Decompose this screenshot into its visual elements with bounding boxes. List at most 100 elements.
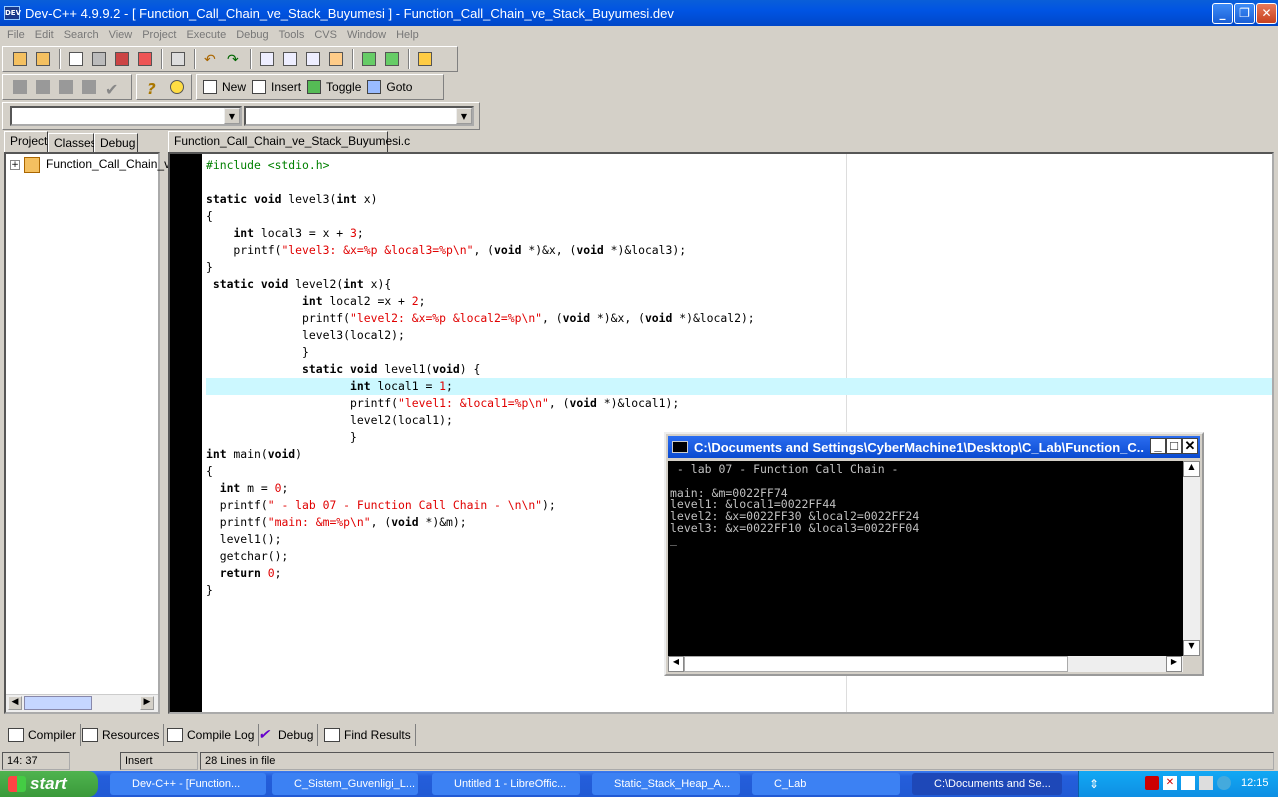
task-word-doc[interactable]: C_Sistem_Guvenligi_L... <box>272 773 418 795</box>
close-file-icon[interactable] <box>134 48 156 70</box>
maximize-icon[interactable]: □ <box>1166 438 1182 454</box>
menu-execute[interactable]: Execute <box>181 29 231 41</box>
tab-compile-log[interactable]: Compile Log <box>163 724 260 746</box>
close-icon[interactable]: ✕ <box>1182 438 1198 454</box>
about-icon[interactable] <box>166 76 188 98</box>
toggle-button[interactable]: Toggle <box>307 80 361 94</box>
wireless-icon[interactable] <box>1217 776 1231 790</box>
windows-logo-icon <box>8 776 26 792</box>
undo-icon[interactable]: ↶ <box>200 48 222 70</box>
expand-tray-icon[interactable]: ⇕ <box>1089 777 1099 791</box>
tab-debug-output[interactable]: ✔ Debug <box>254 724 319 746</box>
compile-run-icon[interactable] <box>55 76 77 98</box>
tab-find-results[interactable]: Find Results <box>320 724 416 746</box>
open-project-icon[interactable] <box>9 48 31 70</box>
start-button[interactable]: start <box>0 771 98 797</box>
console-output[interactable]: - lab 07 - Function Call Chain - main: &… <box>668 461 1183 656</box>
goto-line-icon[interactable] <box>325 48 347 70</box>
save-icon[interactable] <box>88 48 110 70</box>
run-icon[interactable] <box>32 76 54 98</box>
save-all-icon[interactable] <box>111 48 133 70</box>
find-icon[interactable] <box>256 48 278 70</box>
menu-search[interactable]: Search <box>59 29 104 41</box>
new-file-icon[interactable] <box>65 48 87 70</box>
expand-icon[interactable]: + <box>10 160 20 170</box>
debug-check-icon: ✔ <box>258 726 270 742</box>
menu-debug[interactable]: Debug <box>231 29 273 41</box>
minimize-icon[interactable]: _ <box>1212 3 1233 24</box>
toolbar-separator <box>161 49 163 69</box>
security-shield-icon[interactable] <box>1145 776 1159 790</box>
system-tray: ⇕ ✕ 12:15 <box>1078 771 1278 797</box>
menu-view[interactable]: View <box>104 29 138 41</box>
toolbar-separator <box>250 49 252 69</box>
print-icon[interactable] <box>167 48 189 70</box>
tab-project[interactable]: Project <box>4 131 48 153</box>
menu-edit[interactable]: Edit <box>30 29 59 41</box>
code-line: #include <stdio.h> <box>206 158 330 172</box>
task-c-lab-folder[interactable]: C_Lab <box>752 773 900 795</box>
replace-icon[interactable] <box>279 48 301 70</box>
insert-button[interactable]: Insert <box>252 80 301 94</box>
find-next-icon[interactable] <box>302 48 324 70</box>
task-devcpp[interactable]: Dev-C++ - [Function... <box>110 773 266 795</box>
member-combo[interactable]: ▼ <box>244 106 474 126</box>
menu-cvs[interactable]: CVS <box>309 29 342 41</box>
menu-file[interactable]: File <box>2 29 30 41</box>
menu-help[interactable]: Help <box>391 29 424 41</box>
remove-from-project-icon[interactable] <box>381 48 403 70</box>
task-libreoffice[interactable]: Untitled 1 - LibreOffic... <box>432 773 580 795</box>
scroll-down-icon[interactable]: ▼ <box>1183 640 1200 656</box>
network-icon[interactable] <box>1181 776 1195 790</box>
tab-classes[interactable]: Classes <box>48 133 97 153</box>
console-title-bar: C:\Documents and Settings\CyberMachine1\… <box>668 436 1200 458</box>
tab-compiler[interactable]: Compiler <box>4 724 82 746</box>
network-disconnected-icon[interactable]: ✕ <box>1163 776 1177 790</box>
new-class-button[interactable]: New <box>203 80 246 94</box>
find-results-icon <box>324 728 340 742</box>
task-console[interactable]: C:\Documents and Se... <box>912 773 1062 795</box>
tab-debug[interactable]: Debug <box>94 133 138 153</box>
open-file-icon[interactable] <box>32 48 54 70</box>
scroll-thumb[interactable] <box>684 656 1068 672</box>
goto-button[interactable]: Goto <box>367 80 412 94</box>
redo-icon[interactable]: ↷ <box>223 48 245 70</box>
compiler-icon <box>8 728 24 742</box>
restore-icon[interactable]: ❐ <box>1234 3 1255 24</box>
main-toolbar: ↶ ↷ <box>2 46 458 72</box>
help-icon[interactable]: ? <box>143 76 165 98</box>
scroll-left-icon[interactable]: ◀ <box>8 696 22 710</box>
code-line: printf("level2: &x=%p &local2=%p\n", (vo… <box>206 311 755 325</box>
rebuild-icon[interactable] <box>78 76 100 98</box>
menu-tools[interactable]: Tools <box>274 29 310 41</box>
tab-resources[interactable]: Resources <box>78 724 165 746</box>
scroll-up-icon[interactable]: ▲ <box>1183 461 1200 477</box>
task-static-stack[interactable]: Static_Stack_Heap_A... <box>592 773 740 795</box>
horizontal-scrollbar[interactable]: ◀ ▶ <box>6 694 158 712</box>
console-vertical-scrollbar[interactable]: ▲ ▼ <box>1183 461 1200 656</box>
minimize-icon[interactable]: _ <box>1150 438 1166 454</box>
toolbar-separator <box>59 49 61 69</box>
chevron-down-icon[interactable]: ▼ <box>224 108 240 124</box>
scroll-thumb[interactable] <box>24 696 92 710</box>
close-icon[interactable]: ✕ <box>1256 3 1277 24</box>
scroll-right-icon[interactable]: ▶ <box>1166 656 1182 672</box>
menu-window[interactable]: Window <box>342 29 391 41</box>
console-horizontal-scrollbar[interactable]: ◀ ▶ <box>668 656 1183 672</box>
scroll-left-icon[interactable]: ◀ <box>668 656 684 672</box>
project-item[interactable]: Function_Call_Chain_v <box>46 157 170 171</box>
code-line: static void level2(int x){ <box>212 277 392 291</box>
class-toolbar: New Insert Toggle Goto <box>196 74 444 100</box>
compile-icon[interactable] <box>9 76 31 98</box>
project-options-icon[interactable] <box>414 48 436 70</box>
console-window[interactable]: C:\Documents and Settings\CyberMachine1\… <box>664 432 1204 676</box>
scroll-right-icon[interactable]: ▶ <box>140 696 154 710</box>
check-icon[interactable]: ✔ <box>101 76 123 99</box>
editor-file-tab[interactable]: Function_Call_Chain_ve_Stack_Buyumesi.c <box>168 131 410 153</box>
add-to-project-icon[interactable] <box>358 48 380 70</box>
class-combo[interactable]: ▼ <box>10 106 242 126</box>
monitor-icon[interactable] <box>1199 776 1213 790</box>
code-line: { <box>206 464 213 478</box>
chevron-down-icon[interactable]: ▼ <box>456 108 472 124</box>
menu-project[interactable]: Project <box>137 29 181 41</box>
